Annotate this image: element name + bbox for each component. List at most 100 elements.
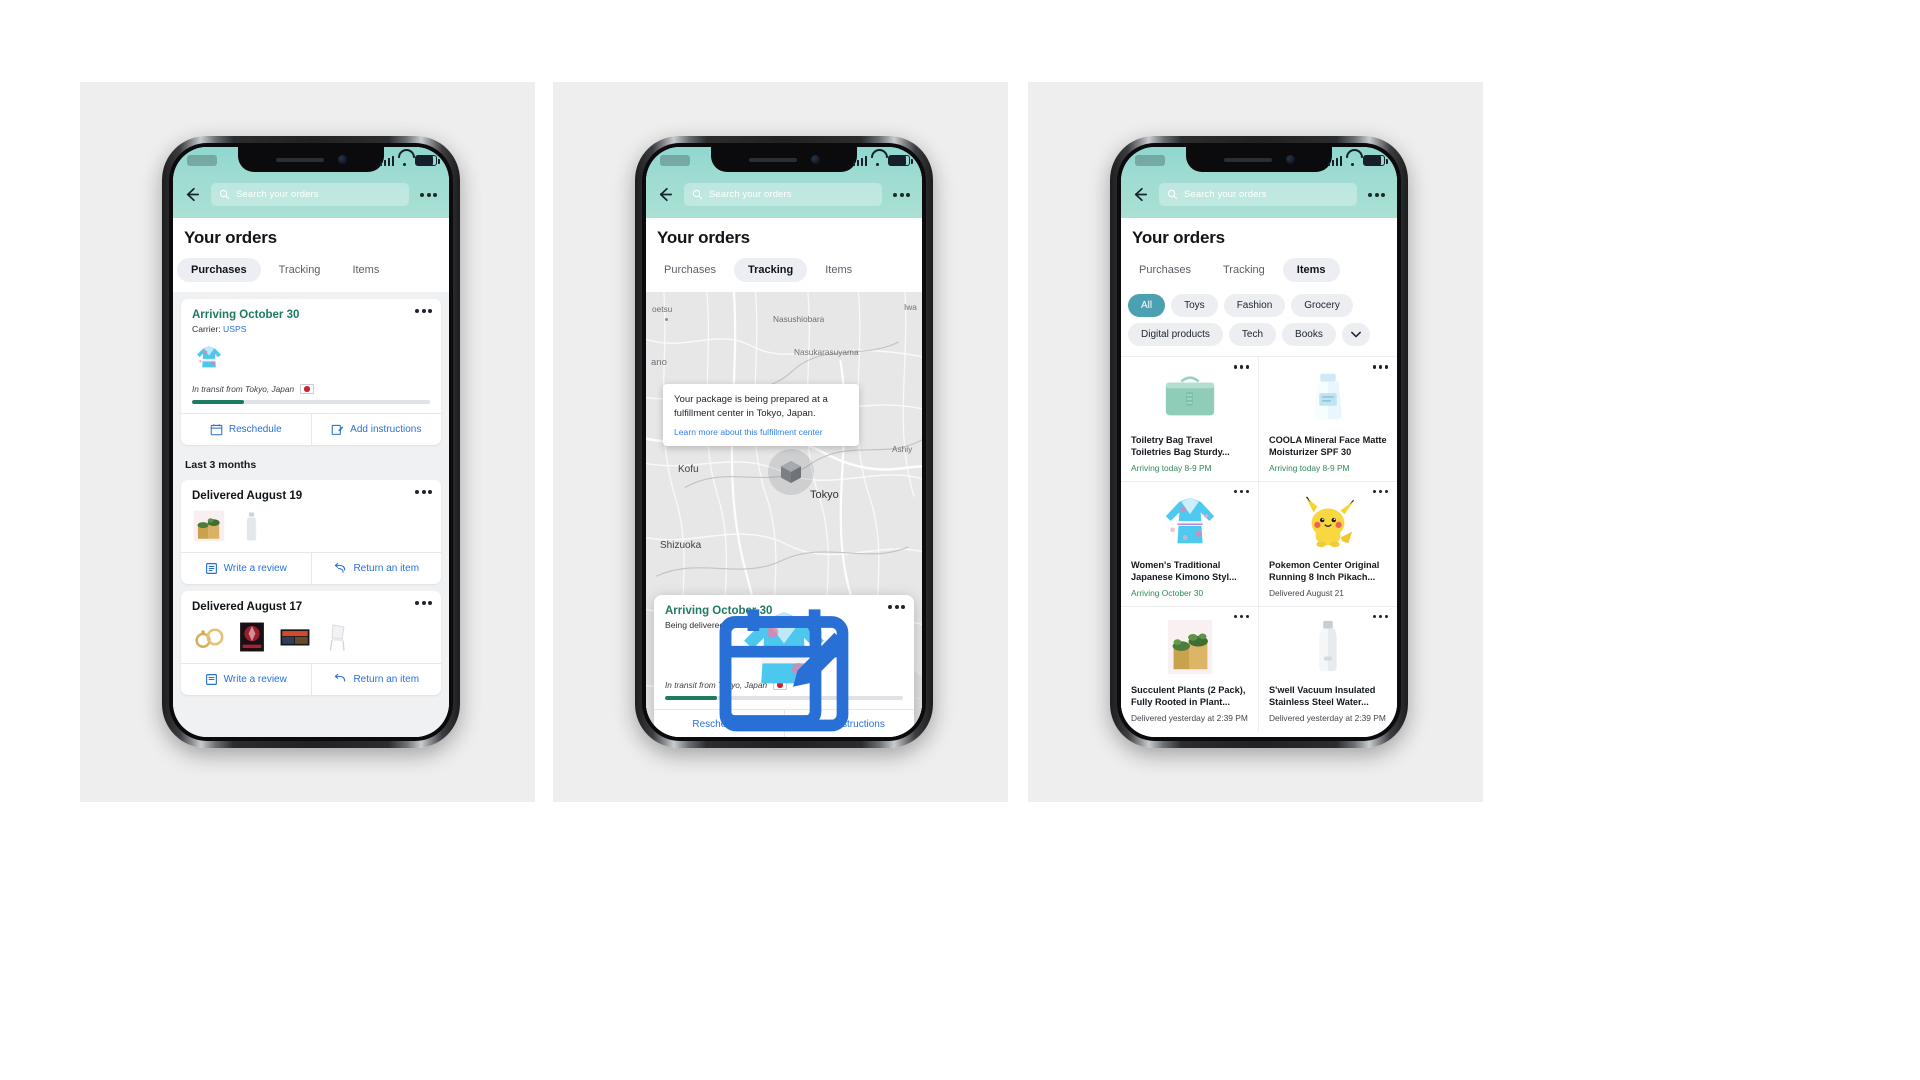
return-item-button[interactable]: Return an item — [310, 664, 442, 695]
search-input[interactable]: Search your orders — [1159, 183, 1357, 206]
filter-chip-books[interactable]: Books — [1282, 323, 1336, 346]
product-thumb-boxset[interactable] — [278, 620, 312, 654]
phone-mockup-items: Search your orders Your orders Purchases… — [1110, 136, 1408, 748]
transit-status-row: In transit from Tokyo, Japan — [192, 384, 430, 394]
package-location-marker[interactable] — [768, 449, 814, 495]
tab-tracking[interactable]: Tracking — [265, 258, 335, 282]
items-panel[interactable]: All Toys Fashion Grocery Digital product… — [1121, 292, 1397, 737]
fulfillment-tooltip[interactable]: Your package is being prepared at a fulf… — [663, 384, 859, 446]
page-title: Your orders — [184, 228, 277, 247]
item-overflow-menu-icon[interactable] — [1233, 614, 1249, 619]
back-icon[interactable] — [656, 185, 675, 204]
filter-chip-all[interactable]: All — [1128, 294, 1166, 317]
product-thumb-earrings[interactable] — [192, 620, 226, 654]
search-input[interactable]: Search your orders — [211, 183, 409, 206]
signal-icon — [1327, 156, 1342, 166]
wifi-icon — [871, 156, 884, 166]
reschedule-label: Reschedule — [228, 424, 282, 435]
return-item-button[interactable]: Return an item — [310, 553, 442, 584]
item-overflow-menu-icon[interactable] — [1372, 489, 1388, 494]
item-overflow-menu-icon[interactable] — [1233, 489, 1249, 494]
order-card-body: Delivered August 17 — [181, 591, 441, 663]
item-card-succulents[interactable]: Succulent Plants (2 Pack), Fully Rooted … — [1121, 605, 1259, 731]
filter-chip-grocery[interactable]: Grocery — [1291, 294, 1353, 317]
map-label-tokyo: Tokyo — [810, 489, 839, 501]
write-review-button[interactable]: Write a review — [181, 553, 311, 584]
tab-bar: Purchases Tracking Items — [1121, 248, 1397, 292]
order-card-aug19[interactable]: Delivered August 19 Write a review Retur… — [181, 480, 441, 584]
item-title: Pokemon Center Original Running 8 Inch P… — [1269, 559, 1380, 583]
item-card-pikachu[interactable]: Pokemon Center Original Running 8 Inch P… — [1259, 480, 1397, 606]
tab-purchases[interactable]: Purchases — [177, 258, 261, 282]
tab-items[interactable]: Items — [811, 258, 866, 282]
item-status: Arriving today 8-9 PM — [1269, 462, 1350, 473]
header-overflow-menu-icon[interactable] — [418, 189, 439, 201]
return-arrow-icon — [335, 562, 346, 573]
write-review-label: Write a review — [223, 674, 287, 685]
item-card-coola-moisturizer[interactable]: COOLA Mineral Face Matte Moisturizer SPF… — [1259, 356, 1397, 481]
item-card-kimono[interactable]: Women's Traditional Japanese Kimono Styl… — [1121, 480, 1259, 606]
tab-tracking[interactable]: Tracking — [733, 258, 808, 282]
search-header: Search your orders — [646, 177, 922, 218]
item-card-toiletry-bag[interactable]: Toiletry Bag Travel Toiletries Bag Sturd… — [1121, 356, 1259, 481]
return-arrow-icon — [335, 673, 346, 682]
header-overflow-menu-icon[interactable] — [891, 189, 912, 201]
search-header: Search your orders — [1121, 177, 1397, 218]
add-instructions-button[interactable]: Add instructions — [310, 414, 442, 445]
add-instructions-button[interactable]: Add instructions — [719, 616, 915, 737]
product-thumb-succulents[interactable] — [192, 509, 226, 543]
write-review-button[interactable]: Write a review — [181, 664, 311, 695]
map-label-joetsu: oetsu — [652, 304, 673, 314]
return-item-label: Return an item — [353, 674, 420, 685]
carrier-link[interactable]: USPS — [223, 324, 246, 334]
tab-items[interactable]: Items — [1282, 258, 1340, 282]
tab-items[interactable]: Items — [338, 258, 393, 282]
item-card-swell-bottle[interactable]: S'well Vacuum Insulated Stainless Steel … — [1259, 605, 1397, 731]
filter-chip-tech[interactable]: Tech — [1228, 323, 1277, 346]
product-thumb-kimono[interactable] — [192, 341, 226, 375]
delivery-progress-bar — [192, 400, 430, 404]
phone-bezel: Search your orders Your orders Purchases… — [1117, 143, 1401, 741]
filter-expand-button[interactable] — [1341, 323, 1370, 346]
product-thumb-bottle[interactable] — [235, 509, 269, 543]
search-input[interactable]: Search your orders — [684, 183, 882, 206]
tooltip-learn-more-link[interactable]: Learn more about this fulfillment center — [674, 427, 848, 437]
order-card-aug17[interactable]: Delivered August 17 Write a review Retur… — [181, 591, 441, 695]
item-overflow-menu-icon[interactable] — [1372, 365, 1388, 369]
tracking-map-area[interactable]: oetsu Nasushiobara Iwa Nasukarasuyama an… — [646, 292, 922, 737]
item-image-pikachu — [1269, 491, 1387, 553]
order-card-arriving[interactable]: Arriving October 30 Carrier: USPS In tra… — [181, 299, 441, 445]
tab-tracking[interactable]: Tracking — [1209, 258, 1279, 282]
product-thumb-movie[interactable] — [235, 620, 269, 654]
search-placeholder: Search your orders — [709, 189, 792, 200]
order-overflow-menu-icon[interactable] — [415, 601, 432, 605]
item-overflow-menu-icon[interactable] — [1233, 365, 1249, 369]
order-status-title: Delivered August 17 — [192, 601, 303, 613]
tab-purchases[interactable]: Purchases — [1125, 258, 1205, 282]
header-overflow-menu-icon[interactable] — [1366, 189, 1387, 201]
filter-chip-fashion[interactable]: Fashion — [1223, 294, 1286, 317]
search-icon — [1167, 189, 1178, 200]
page-header: Your orders — [173, 218, 449, 248]
order-overflow-menu-icon[interactable] — [415, 309, 432, 313]
package-box-icon — [781, 461, 801, 483]
filter-chip-toys[interactable]: Toys — [1171, 294, 1218, 317]
product-thumb-chair[interactable] — [321, 620, 355, 654]
back-icon[interactable] — [1131, 185, 1150, 204]
back-icon[interactable] — [183, 185, 202, 204]
orders-list[interactable]: Arriving October 30 Carrier: USPS In tra… — [173, 292, 449, 737]
notch — [1186, 147, 1332, 172]
status-bar-indicators — [1327, 155, 1388, 166]
tab-purchases[interactable]: Purchases — [650, 258, 730, 282]
wifi-icon — [398, 156, 411, 166]
reschedule-button[interactable]: Reschedule — [181, 414, 311, 445]
map-canvas[interactable]: oetsu Nasushiobara Iwa Nasukarasuyama an… — [646, 292, 922, 737]
filter-chip-digital-products[interactable]: Digital products — [1128, 323, 1223, 346]
tracking-bottom-sheet[interactable]: Arriving October 30 Being delivered by: … — [654, 595, 914, 737]
phone-bezel: Search your orders Your orders Purchases… — [642, 143, 926, 741]
phone-bezel: Search your orders Your orders Purchases… — [169, 143, 453, 741]
order-overflow-menu-icon[interactable] — [415, 490, 432, 494]
item-overflow-menu-icon[interactable] — [1372, 614, 1388, 619]
item-title: COOLA Mineral Face Matte Moisturizer SPF… — [1269, 435, 1387, 458]
chevron-down-icon — [1350, 331, 1361, 338]
